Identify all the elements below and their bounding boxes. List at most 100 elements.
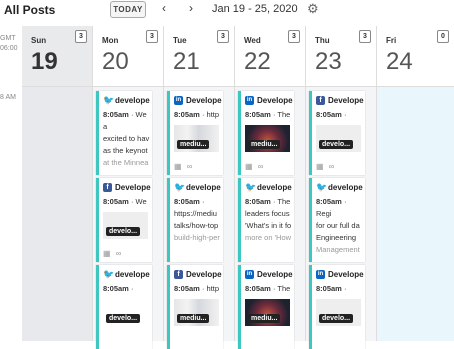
post-card[interactable]: in Develope 8:05am · http mediu... ▦ ∞ (167, 91, 223, 175)
post-text: 8:05am · https://mediu talks/how-top bui… (174, 197, 220, 242)
calendar-icon: ▦ (174, 162, 182, 171)
calendar-icon: ▦ (316, 162, 324, 171)
post-card[interactable]: f Develope 8:05am · develo... ▦ ∞ (309, 91, 365, 175)
link-icon: ∞ (328, 162, 335, 171)
link-tag: mediu... (177, 314, 210, 323)
day-name: Wed (244, 36, 261, 45)
post-count-badge: 3 (75, 30, 87, 43)
post-text: 8:05am · http (174, 284, 220, 293)
day-name: Fri (386, 36, 397, 45)
post-card[interactable]: f Develope 8:05am · http mediu... (167, 265, 223, 349)
linkedin-icon: in (174, 96, 183, 105)
post-card[interactable]: 🐦 develope 8:05am · We a excited to hav … (96, 91, 152, 175)
link-preview[interactable]: develo... (316, 299, 361, 326)
day-number: 20 (102, 48, 129, 75)
link-tag: mediu... (248, 140, 281, 149)
post-card[interactable]: in Develope 8:05am · The mediu... ▦ ∞ (238, 91, 294, 175)
day-number: 22 (244, 48, 271, 75)
today-button[interactable]: TODAY (110, 1, 146, 18)
twitter-icon: 🐦 (103, 269, 115, 279)
link-tag: develo... (106, 227, 141, 236)
post-card[interactable]: 🐦 develope 8:05am · https://mediu talks/… (167, 178, 223, 262)
prev-week-icon[interactable]: ‹ (162, 1, 166, 16)
day-column-wed[interactable]: Wed 22 3 in Develope 8:05am · The mediu.… (235, 26, 306, 349)
day-header: Sun 19 3 (22, 26, 92, 87)
link-preview[interactable]: mediu... (245, 299, 290, 326)
day-column-fri[interactable]: Fri 24 0 (377, 26, 454, 341)
post-text: 8:05am · http (174, 110, 220, 119)
account-name: develope (328, 183, 363, 192)
day-name: Thu (315, 36, 330, 45)
link-preview[interactable]: develo... (103, 299, 148, 326)
post-card[interactable]: 🐦 develope 8:05am · develo... (96, 265, 152, 349)
post-text: 8:05am · The (245, 284, 291, 293)
link-preview[interactable]: mediu... (174, 125, 219, 152)
twitter-icon: 🐦 (316, 182, 328, 192)
post-count-badge: 3 (217, 30, 229, 43)
link-tag: develo... (319, 140, 354, 149)
facebook-icon: f (174, 270, 183, 279)
post-card[interactable]: f Develope 8:05am · We develo... ▦ ∞ (96, 178, 152, 262)
day-column-thu[interactable]: Thu 23 3 f Develope 8:05am · develo... ▦… (306, 26, 377, 349)
time-gutter: GMT 06:00 8 AM (0, 26, 23, 341)
day-number: 19 (31, 48, 58, 75)
twitter-icon: 🐦 (103, 95, 115, 105)
link-icon: ∞ (257, 162, 264, 171)
day-name: Tue (173, 36, 187, 45)
date-range-label: Jan 19 - 25, 2020 (212, 3, 298, 15)
facebook-icon: f (103, 183, 112, 192)
account-name: Develope (257, 270, 293, 279)
post-count-badge: 3 (359, 30, 371, 43)
post-card[interactable]: 🐦 develope 8:05am · The leaders focus 'W… (238, 178, 294, 262)
post-card[interactable]: in Develope 8:05am · The mediu... (238, 265, 294, 349)
account-name: develope (115, 270, 150, 279)
account-name: Develope (186, 96, 222, 105)
account-name: develope (257, 183, 292, 192)
gear-icon[interactable]: ⚙ (307, 1, 319, 17)
linkedin-icon: in (316, 270, 325, 279)
post-count-badge: 0 (437, 30, 449, 43)
day-header: Thu 23 3 (306, 26, 376, 87)
link-tag: develo... (106, 314, 141, 323)
link-preview[interactable]: develo... (316, 125, 361, 152)
day-header: Fri 24 0 (377, 26, 454, 87)
twitter-icon: 🐦 (245, 182, 257, 192)
day-number: 21 (173, 48, 200, 75)
post-text: 8:05am · (103, 284, 134, 293)
calendar-grid: GMT 06:00 8 AM Sun 19 3 Mon 20 3 🐦 devel… (0, 26, 454, 349)
day-column-tue[interactable]: Tue 21 3 in Develope 8:05am · http mediu… (164, 26, 235, 349)
next-week-icon[interactable]: › (189, 1, 193, 16)
post-card[interactable]: in Develope 8:05am · develo... (309, 265, 365, 349)
post-text: 8:05am · (316, 284, 347, 293)
account-name: Develope (328, 270, 364, 279)
post-card[interactable]: 🐦 develope 8:05am · Regi for our full da… (309, 178, 365, 262)
link-icon: ∞ (186, 162, 193, 171)
link-preview[interactable]: develo... (103, 212, 148, 239)
link-preview[interactable]: mediu... (174, 299, 219, 326)
day-column-mon[interactable]: Mon 20 3 🐦 develope 8:05am · We a excite… (93, 26, 164, 349)
account-name: Develope (186, 270, 222, 279)
day-header: Tue 21 3 (164, 26, 234, 87)
twitter-icon: 🐦 (174, 182, 186, 192)
top-bar: All Posts TODAY ‹ › Jan 19 - 25, 2020 ⚙ (0, 0, 454, 26)
day-name: Mon (102, 36, 119, 45)
day-number: 23 (315, 48, 342, 75)
day-header: Wed 22 3 (235, 26, 305, 87)
post-text: 8:05am · The (245, 110, 291, 119)
link-tag: develo... (319, 314, 354, 323)
post-text: 8:05am · We a excited to hav as the keyn… (103, 110, 150, 167)
day-column-sun[interactable]: Sun 19 3 (22, 26, 93, 341)
link-tag: mediu... (248, 314, 281, 323)
link-icon: ∞ (115, 249, 122, 258)
day-number: 24 (386, 48, 413, 75)
account-name: Develope (328, 96, 364, 105)
page-title: All Posts (4, 3, 56, 17)
day-header: Mon 20 3 (93, 26, 163, 87)
account-name: develope (186, 183, 221, 192)
timezone-label: GMT 06:00 (0, 35, 18, 52)
calendar-icon: ▦ (245, 162, 253, 171)
link-tag: mediu... (177, 140, 210, 149)
account-name: Develope (257, 96, 293, 105)
link-preview[interactable]: mediu... (245, 125, 290, 152)
linkedin-icon: in (245, 96, 254, 105)
